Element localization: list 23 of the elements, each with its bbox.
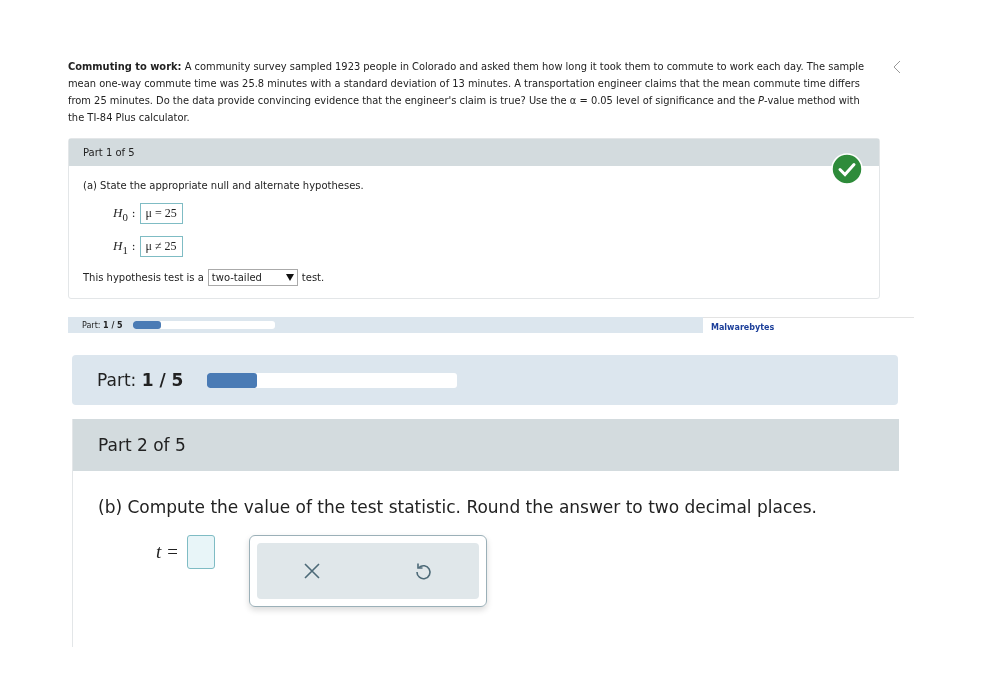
close-icon bbox=[303, 562, 322, 580]
part-header[interactable]: Part 1 of 5 bbox=[69, 139, 879, 166]
chevron-left-icon[interactable] bbox=[893, 60, 901, 74]
sentence-text: test. bbox=[301, 272, 325, 283]
answer-field[interactable] bbox=[186, 535, 215, 569]
part-label: Part: 1 / 5 bbox=[82, 320, 123, 330]
dropdown-arrow-icon bbox=[285, 274, 294, 281]
colon: : bbox=[131, 240, 136, 253]
test-type-dropdown[interactable]: two-tailed bbox=[207, 269, 298, 286]
part-header[interactable]: Part 2 of 5 bbox=[73, 419, 899, 471]
hypothesis-label: H$_{0}$ bbox=[113, 204, 128, 223]
ad-logo-text[interactable]: Malwarebytes bbox=[711, 323, 775, 332]
question-text: (a) State the appropriate null and alternate hypotheses. bbox=[83, 180, 365, 191]
question-text: (b) Compute the value of the test statistic. Round the answer to two decimal places. bbox=[98, 497, 818, 517]
colon: : bbox=[131, 207, 136, 220]
problem-text: Commuting to work: A community survey sampled 1923 people in Colorado and asked them how long it took them to commute to work each day. The sample mean one-way commute time was 25.8 minutes with a standard deviation of 13 minutes. A transportation engineer claims that the mean commute time differs from 25 minutes. Do the data provide convincing evidence that the engineer's claim is true? Use the α = 0.05 level of significance and the P-value method with the TI-84 Plus calculator. bbox=[68, 60, 866, 125]
answer-label: t = bbox=[156, 541, 179, 563]
part-label: Part: 1 / 5 bbox=[97, 370, 184, 390]
hypothesis-answer[interactable]: μ = 25 bbox=[139, 203, 183, 224]
sentence-text: This hypothesis test is a bbox=[83, 272, 204, 283]
hypothesis-label: H$_{1}$ bbox=[113, 237, 128, 256]
hypothesis-answer[interactable]: μ ≠ 25 bbox=[139, 236, 183, 257]
undo-icon bbox=[414, 561, 433, 581]
